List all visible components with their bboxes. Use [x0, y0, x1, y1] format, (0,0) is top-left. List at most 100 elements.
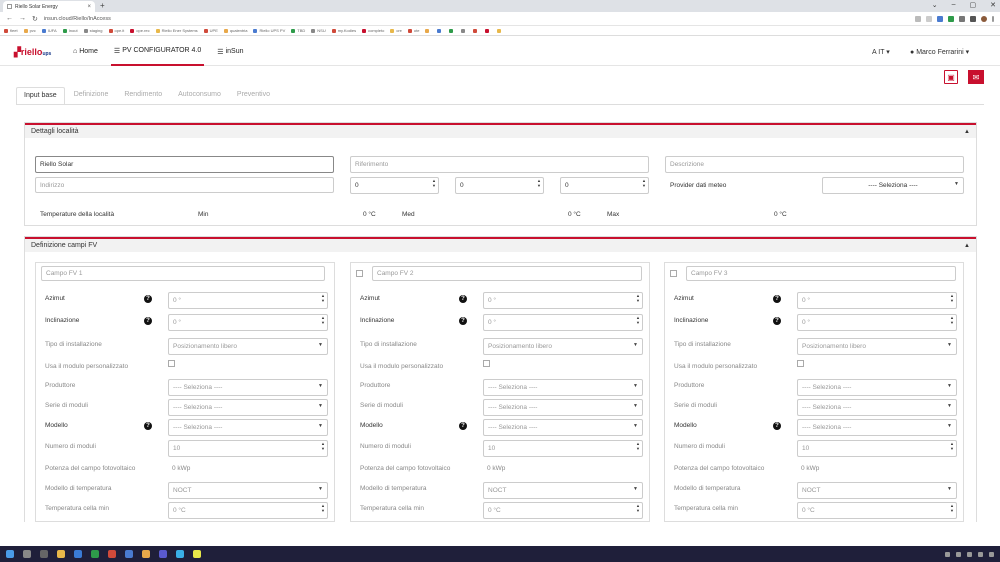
mail-app-icon[interactable] — [74, 550, 82, 558]
collapse-icon[interactable]: ▲ — [964, 243, 970, 249]
stepper-icon[interactable]: ▲ ▼ — [950, 293, 954, 303]
sidebar-icon[interactable] — [970, 15, 976, 22]
chrome-icon[interactable] — [142, 550, 150, 558]
puzzle-icon[interactable] — [959, 15, 965, 22]
bookmark-item[interactable] — [497, 28, 503, 33]
bookmark-item[interactable] — [461, 28, 467, 33]
tab-autoconsumo[interactable]: Autoconsumo — [171, 87, 228, 105]
tray-icon[interactable] — [989, 551, 994, 557]
produttore-select[interactable]: ---- Seleziona ---- ▼ — [168, 379, 328, 396]
language-selector[interactable]: A IT ▾ — [872, 48, 890, 56]
menu-insun[interactable]: ☰ inSun — [214, 37, 246, 66]
stepper-icon[interactable]: ▲ ▼ — [642, 178, 646, 188]
reference-input[interactable]: Riferimento — [350, 156, 649, 173]
bookmark-item[interactable]: staging — [83, 28, 103, 33]
bookmark-item[interactable] — [449, 28, 455, 33]
bookmark-item[interactable]: Riello Ener Systems — [155, 28, 198, 33]
stepper-icon[interactable]: ▲ ▼ — [950, 503, 954, 513]
menu-home[interactable]: ⌂ Home — [70, 37, 101, 66]
minimize-icon[interactable]: – — [952, 1, 956, 9]
tipo-select[interactable]: Posizionamento libero ▼ — [483, 338, 643, 355]
bookmark-item[interactable]: cre — [390, 28, 402, 33]
stepper-icon[interactable]: ▲ ▼ — [950, 441, 954, 451]
edge-icon[interactable] — [176, 550, 184, 558]
save-button[interactable]: ▣ — [944, 70, 958, 84]
bookmark-item[interactable]: UPE — [203, 28, 218, 33]
user-menu[interactable]: ● Marco Ferrarini ▾ — [910, 48, 969, 56]
share-icon[interactable] — [915, 15, 921, 22]
browser-tab[interactable]: Riello Solar Energy × — [3, 1, 95, 12]
temp_cella-input[interactable]: 0 °C ▲ ▼ — [483, 502, 643, 519]
search-icon[interactable] — [23, 550, 31, 558]
custom-module-checkbox[interactable] — [797, 360, 804, 367]
help-icon[interactable]: ? — [144, 317, 152, 325]
coord-input-3[interactable]: 0 ▲ ▼ — [560, 177, 649, 194]
modello-select[interactable]: ---- Seleziona ---- ▼ — [483, 419, 643, 436]
stepper-icon[interactable]: ▲ ▼ — [321, 315, 325, 325]
file-explorer-icon[interactable] — [57, 550, 65, 558]
close-window-icon[interactable]: ✕ — [990, 1, 996, 9]
close-tab-icon[interactable]: × — [87, 4, 91, 10]
bookmark-item[interactable]: pvc — [23, 28, 36, 33]
tab-preventivo[interactable]: Preventivo — [230, 87, 277, 105]
stepper-icon[interactable]: ▲ ▼ — [321, 441, 325, 451]
inclinazione-input[interactable]: 0 ° ▲ ▼ — [797, 314, 957, 331]
custom-module-checkbox[interactable] — [168, 360, 175, 367]
tray-icon[interactable] — [956, 551, 961, 557]
description-input[interactable]: Descrizione — [665, 156, 964, 173]
stepper-icon[interactable]: ▲ ▼ — [636, 503, 640, 513]
help-icon[interactable]: ? — [144, 295, 152, 303]
pv-field-select-checkbox[interactable] — [670, 270, 677, 277]
help-icon[interactable]: ? — [144, 422, 152, 430]
bookmark-item[interactable]: completo — [362, 28, 384, 33]
bookmark-item[interactable]: ote — [407, 28, 419, 33]
menu-pv-configurator[interactable]: ☰ PV CONFIGURATOR 4.0 — [110, 37, 205, 66]
pv-field-name-input[interactable]: Campo FV 2 — [372, 266, 642, 281]
excel-icon[interactable] — [91, 550, 99, 558]
windows-start-icon[interactable] — [6, 550, 14, 558]
modello_temp-select[interactable]: NOCT ▼ — [797, 482, 957, 499]
help-icon[interactable]: ? — [773, 422, 781, 430]
tipo-select[interactable]: Posizionamento libero ▼ — [168, 338, 328, 355]
temp_cella-input[interactable]: 0 °C ▲ ▼ — [168, 502, 328, 519]
star-icon[interactable] — [926, 15, 932, 22]
email-button[interactable]: ✉ — [968, 70, 984, 84]
bookmark-item[interactable] — [485, 28, 491, 33]
temp_cella-input[interactable]: 0 °C ▲ ▼ — [797, 502, 957, 519]
coord-input-1[interactable]: 0 ▲ ▼ — [350, 177, 439, 194]
modello_temp-select[interactable]: NOCT ▼ — [483, 482, 643, 499]
bookmark-item[interactable] — [473, 28, 479, 33]
collapse-icon[interactable]: ▲ — [964, 129, 970, 135]
stepper-icon[interactable]: ▲ ▼ — [950, 315, 954, 325]
produttore-select[interactable]: ---- Seleziona ---- ▼ — [483, 379, 643, 396]
bookmark-item[interactable]: Riello UPS PV — [253, 28, 285, 33]
bookmark-item[interactable]: Inout — [62, 28, 78, 33]
bookmark-item[interactable] — [437, 28, 443, 33]
tab-rendimento[interactable]: Rendimento — [117, 87, 169, 105]
pv-field-name-input[interactable]: Campo FV 1 — [41, 266, 325, 281]
help-icon[interactable]: ? — [459, 295, 467, 303]
numero-input[interactable]: 10 ▲ ▼ — [168, 440, 328, 457]
powerpoint-icon[interactable] — [108, 550, 116, 558]
profile-avatar[interactable] — [981, 15, 987, 22]
help-icon[interactable]: ? — [459, 317, 467, 325]
modello_temp-select[interactable]: NOCT ▼ — [168, 482, 328, 499]
serie-select[interactable]: ---- Seleziona ---- ▼ — [797, 399, 957, 416]
bookmark-item[interactable]: TBD — [291, 28, 305, 33]
bookmark-item[interactable] — [425, 28, 431, 33]
bookmark-item[interactable]: my.Kodies — [331, 28, 356, 33]
bookmark-item[interactable]: NSU — [311, 28, 326, 33]
bookmark-item[interactable]: IUFA — [41, 28, 57, 33]
stepper-icon[interactable]: ▲ ▼ — [321, 293, 325, 303]
bookmark-item[interactable]: qualentria — [223, 28, 247, 33]
teams-icon[interactable] — [159, 550, 167, 558]
tab-input-base[interactable]: Input base — [16, 87, 65, 105]
inclinazione-input[interactable]: 0 ° ▲ ▼ — [483, 314, 643, 331]
reload-icon[interactable]: ↻ — [32, 15, 38, 23]
help-icon[interactable]: ? — [773, 295, 781, 303]
url-field[interactable]: insun.cloud/Riello/InAccess — [44, 16, 111, 22]
extension-icon[interactable] — [937, 15, 943, 22]
provider-select[interactable]: ---- Seleziona ---- ▼ — [822, 177, 964, 194]
word-icon[interactable] — [125, 550, 133, 558]
pv-fields-panel-header[interactable]: Definizione campi FV ▲ — [25, 237, 976, 252]
